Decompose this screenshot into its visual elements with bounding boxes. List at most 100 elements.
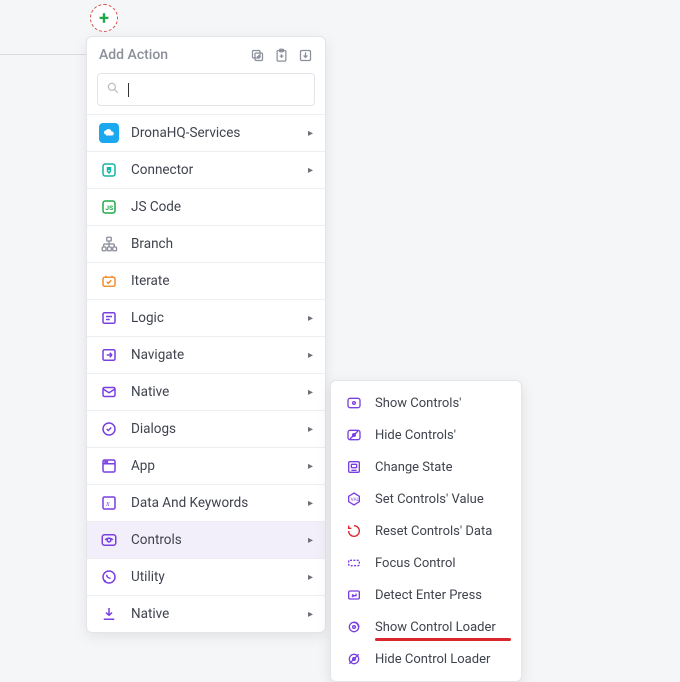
logic-icon (99, 308, 119, 328)
sub-item-label: Change State (375, 460, 452, 475)
menu-item-label: Navigate (131, 347, 184, 363)
cloud-icon (99, 123, 119, 143)
menu-item-label: DronaHQ-Services (131, 125, 240, 141)
sub-item-label: Detect Enter Press (375, 588, 482, 603)
loader-show-icon (345, 618, 363, 636)
copy-icon[interactable] (249, 47, 265, 63)
eye-icon (345, 394, 363, 412)
paste-icon[interactable] (273, 47, 289, 63)
menu-item-js-code[interactable]: JS JS Code (87, 189, 325, 225)
chevron-right-icon: ▸ (308, 387, 313, 398)
search-box[interactable] (97, 73, 315, 106)
menu-item-native-mail[interactable]: Native ▸ (87, 374, 325, 410)
chevron-right-icon: ▸ (308, 313, 313, 324)
menu-item-logic[interactable]: Logic ▸ (87, 300, 325, 336)
mail-icon (99, 382, 119, 402)
chevron-right-icon: ▸ (308, 424, 313, 435)
import-icon[interactable] (297, 47, 313, 63)
menu-item-label: Iterate (131, 273, 169, 289)
state-icon (345, 458, 363, 476)
menu-item-branch[interactable]: Branch (87, 226, 325, 262)
sub-item-hide-loader[interactable]: Hide Control Loader (331, 643, 521, 675)
menu-item-label: Logic (131, 310, 164, 326)
sub-item-set-value[interactable]: VAL Set Controls' Value (331, 483, 521, 515)
sub-item-label: Reset Controls' Data (375, 524, 492, 539)
panel-header-actions (249, 47, 313, 63)
menu-item-app[interactable]: App ▸ (87, 448, 325, 484)
navigate-icon (99, 345, 119, 365)
chevron-right-icon: ▸ (308, 461, 313, 472)
sub-item-detect-enter[interactable]: Detect Enter Press (331, 579, 521, 611)
js-icon: JS (99, 197, 119, 217)
action-list: DronaHQ-Services ▸ Connector ▸ JS JS Cod… (87, 114, 325, 632)
sub-item-label: Focus Control (375, 556, 456, 571)
menu-item-utility[interactable]: Utility ▸ (87, 559, 325, 595)
menu-item-label: Controls (131, 532, 182, 548)
sub-item-label: Set Controls' Value (375, 492, 484, 507)
chevron-right-icon: ▸ (308, 535, 313, 546)
sub-item-label: Hide Control Loader (375, 652, 490, 667)
svg-text:x: x (105, 499, 110, 508)
whatsapp-icon (99, 567, 119, 587)
svg-text:JS: JS (105, 204, 113, 212)
chevron-right-icon: ▸ (308, 128, 313, 139)
sub-item-change-state[interactable]: Change State (331, 451, 521, 483)
menu-item-iterate[interactable]: Iterate (87, 263, 325, 299)
menu-item-label: JS Code (131, 199, 181, 215)
panel-title: Add Action (99, 47, 168, 63)
branch-icon (99, 234, 119, 254)
top-divider (0, 54, 90, 55)
menu-item-label: App (131, 458, 155, 474)
plug-icon (99, 160, 119, 180)
sub-item-focus-control[interactable]: Focus Control (331, 547, 521, 579)
reset-icon (345, 522, 363, 540)
menu-item-data-keywords[interactable]: x Data And Keywords ▸ (87, 485, 325, 521)
chevron-right-icon: ▸ (308, 498, 313, 509)
search-icon (106, 80, 120, 99)
text-cursor (128, 83, 129, 97)
chevron-right-icon: ▸ (308, 609, 313, 620)
search-input[interactable] (128, 82, 306, 97)
menu-item-label: Data And Keywords (131, 495, 248, 511)
eye-off-icon (345, 426, 363, 444)
menu-item-dronahq-services[interactable]: DronaHQ-Services ▸ (87, 115, 325, 151)
annotation-underline (375, 638, 511, 641)
iterate-icon (99, 271, 119, 291)
menu-item-connector[interactable]: Connector ▸ (87, 152, 325, 188)
enter-icon (345, 586, 363, 604)
menu-item-label: Native (131, 606, 169, 622)
sub-item-hide-controls[interactable]: Hide Controls' (331, 419, 521, 451)
variable-icon: x (99, 493, 119, 513)
add-node-button[interactable]: + (90, 4, 118, 32)
controls-submenu: Show Controls' Hide Controls' Change Sta… (330, 380, 522, 682)
search-wrap (87, 69, 325, 114)
sub-item-show-loader[interactable]: Show Control Loader (331, 611, 521, 643)
plus-icon: + (99, 8, 109, 29)
chevron-right-icon: ▸ (308, 572, 313, 583)
add-action-panel: Add Action Drona (86, 36, 326, 633)
app-icon (99, 456, 119, 476)
eye-icon (99, 530, 119, 550)
menu-item-label: Utility (131, 569, 165, 585)
sub-item-reset-data[interactable]: Reset Controls' Data (331, 515, 521, 547)
menu-item-label: Connector (131, 162, 193, 178)
chevron-right-icon: ▸ (308, 165, 313, 176)
loader-hide-icon (345, 650, 363, 668)
value-icon: VAL (345, 490, 363, 508)
focus-icon (345, 554, 363, 572)
check-circle-icon (99, 419, 119, 439)
sub-item-label: Hide Controls' (375, 428, 456, 443)
download-icon (99, 604, 119, 624)
sub-item-show-controls[interactable]: Show Controls' (331, 387, 521, 419)
menu-item-dialogs[interactable]: Dialogs ▸ (87, 411, 325, 447)
menu-item-native-download[interactable]: Native ▸ (87, 596, 325, 632)
menu-item-controls[interactable]: Controls ▸ (87, 522, 325, 558)
menu-item-label: Branch (131, 236, 173, 252)
menu-item-label: Native (131, 384, 169, 400)
menu-item-navigate[interactable]: Navigate ▸ (87, 337, 325, 373)
sub-item-label: Show Controls' (375, 396, 461, 411)
menu-item-label: Dialogs (131, 421, 176, 437)
chevron-right-icon: ▸ (308, 350, 313, 361)
sub-item-label: Show Control Loader (375, 620, 496, 635)
panel-header: Add Action (87, 37, 325, 69)
